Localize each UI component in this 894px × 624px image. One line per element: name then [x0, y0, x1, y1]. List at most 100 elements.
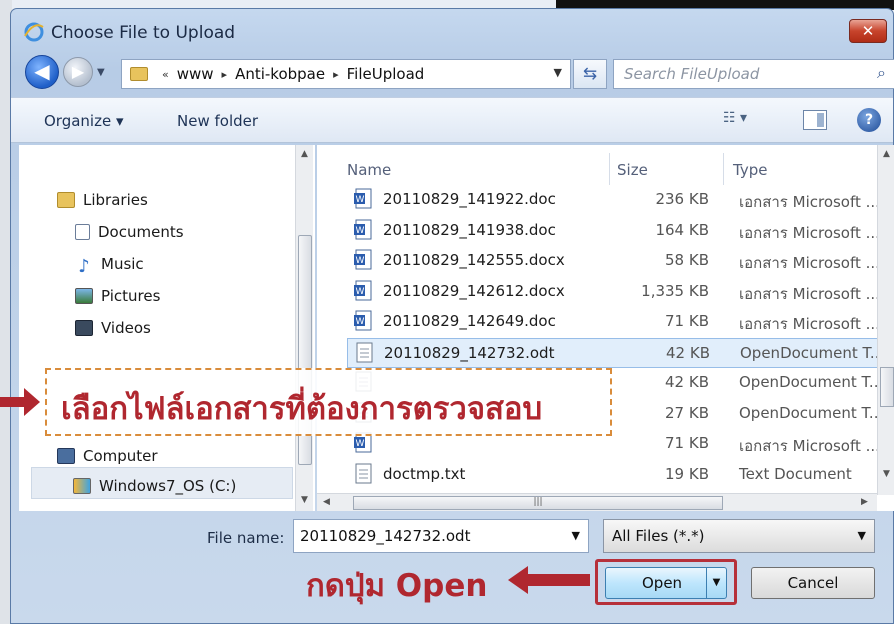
new-folder-button[interactable]: New folder — [177, 112, 258, 130]
open-button[interactable]: Open ▼ — [605, 567, 727, 599]
view-options-icon[interactable]: ☷ ▾ — [723, 110, 747, 126]
file-row[interactable]: W 20110829_142555.docx 58 KB เอกสาร Microso… — [347, 246, 887, 276]
file-size: 236 KB — [655, 190, 709, 208]
nav-videos[interactable]: Videos — [75, 319, 151, 337]
breadcrumb-www[interactable]: www — [177, 65, 214, 83]
column-name-header[interactable]: Name — [347, 161, 391, 179]
file-type: เอกสาร Microsoft ... — [739, 284, 880, 303]
forward-button[interactable]: ▶ — [63, 57, 93, 87]
pictures-icon — [75, 288, 93, 304]
search-input[interactable]: Search FileUpload ⌕ — [613, 59, 894, 89]
nav-documents[interactable]: Documents — [75, 223, 184, 241]
file-size: 71 KB — [665, 434, 709, 452]
svg-text:W: W — [356, 287, 365, 297]
nav-pictures-label: Pictures — [101, 287, 161, 305]
breadcrumb-fileupload[interactable]: FileUpload — [347, 65, 425, 83]
file-row[interactable]: 20110829_142732.odt 42 KB OpenDocument T..… — [347, 337, 887, 368]
scroll-up-icon[interactable]: ▲ — [883, 149, 890, 159]
scroll-right-icon[interactable]: ▶ — [861, 497, 868, 507]
file-row[interactable]: doctmp.txt 19 KB Text Document — [347, 460, 887, 490]
file-name: 20110829_142732.odt — [384, 343, 555, 362]
organize-button[interactable]: Organize ▾ — [44, 112, 124, 130]
file-dialog: Choose File to Upload ✕ ◀ ▶ ▼ « www ▸ An… — [10, 8, 894, 624]
file-size: 164 KB — [655, 220, 709, 239]
chevron-down-icon[interactable]: ▼ — [858, 529, 866, 542]
title-bar: Choose File to Upload ✕ — [11, 9, 893, 51]
file-size: 71 KB — [665, 312, 709, 330]
svg-text:W: W — [356, 317, 365, 327]
toolbar: Organize ▾ New folder ☷ ▾ ? — [11, 97, 893, 143]
file-name-input[interactable]: 20110829_142732.odt ▼ — [293, 519, 589, 553]
file-vertical-scrollbar[interactable]: ▲ ▼ — [877, 145, 894, 495]
file-type-select[interactable]: All Files (*.*) ▼ — [603, 519, 875, 553]
file-name: doctmp.txt — [383, 464, 466, 483]
file-name: 20110829_141938.doc — [383, 220, 556, 239]
breadcrumb-separator[interactable]: ▸ — [333, 68, 339, 81]
nav-libraries-label: Libraries — [83, 191, 148, 209]
column-size-header[interactable]: Size — [617, 161, 648, 179]
file-type: OpenDocument T... — [740, 343, 885, 362]
word-document-icon: W — [354, 310, 372, 331]
file-size: 58 KB — [665, 251, 709, 269]
file-type: เอกสาร Microsoft ... — [739, 223, 880, 242]
word-document-icon: W — [354, 249, 372, 270]
nav-videos-label: Videos — [101, 319, 151, 337]
open-options-dropdown[interactable]: ▼ — [706, 568, 726, 598]
computer-icon — [57, 448, 75, 464]
word-document-icon: W — [354, 280, 372, 300]
back-button[interactable]: ◀ — [25, 55, 59, 89]
instruction-callout: เลือกไฟล์เอกสารที่ต้องการตรวจสอบ — [45, 368, 612, 436]
scroll-down-icon[interactable]: ▼ — [883, 469, 890, 479]
file-type: Text Document — [739, 464, 852, 483]
breadcrumb-separator[interactable]: ▸ — [222, 68, 228, 81]
nav-scrollbar[interactable]: ▲ ▼ — [295, 145, 313, 511]
close-button[interactable]: ✕ — [849, 19, 887, 43]
column-type-header[interactable]: Type — [733, 161, 767, 179]
file-vscroll-thumb[interactable] — [880, 367, 894, 407]
press-open-instruction: กดปุ่ม Open — [306, 568, 488, 604]
file-row[interactable]: W 20110829_141922.doc 236 KB เอกสาร Microso… — [347, 185, 887, 215]
nav-music[interactable]: ♪ Music — [75, 255, 144, 277]
file-row[interactable]: W 20110829_141938.doc 164 KB เอกสาร Microso… — [347, 216, 887, 246]
navigation-pane: Libraries Documents ♪ Music Pictures Vid… — [19, 145, 315, 511]
file-name: 20110829_142555.docx — [383, 251, 565, 269]
file-type: เอกสาร Microsoft ... — [739, 193, 880, 211]
column-divider[interactable] — [609, 153, 610, 185]
nav-computer[interactable]: Computer — [57, 447, 158, 465]
file-horizontal-scrollbar[interactable]: ◀ ||| ▶ — [317, 493, 877, 511]
svg-text:W: W — [356, 256, 365, 266]
preview-pane-icon[interactable] — [803, 110, 827, 130]
file-row[interactable]: W 20110829_142649.doc 71 KB เอกสาร Microsof… — [347, 307, 887, 337]
file-size: 1,335 KB — [641, 281, 709, 300]
file-type: เอกสาร Microsoft ... — [739, 437, 880, 455]
address-bar[interactable]: « www ▸ Anti-kobpae ▸ FileUpload ▼ — [121, 59, 571, 89]
nav-drive-c-row[interactable]: Windows7_OS (C:) — [73, 477, 236, 495]
word-document-icon: W — [354, 219, 372, 239]
breadcrumb-anti-kobpae[interactable]: Anti-kobpae — [235, 65, 325, 83]
scroll-down-icon[interactable]: ▼ — [301, 495, 308, 505]
search-icon[interactable]: ⌕ — [877, 63, 886, 83]
file-hscroll-thumb[interactable]: ||| — [353, 496, 723, 510]
address-dropdown-icon[interactable]: ▼ — [554, 66, 562, 79]
chevron-down-icon[interactable]: ▼ — [572, 529, 580, 542]
file-name: 20110829_142612.docx — [383, 281, 565, 300]
scroll-up-icon[interactable]: ▲ — [301, 149, 308, 159]
file-row[interactable]: W 20110829_142612.docx 1,335 KB เอกสาร Micr… — [347, 277, 887, 307]
recent-pages-dropdown[interactable]: ▼ — [97, 67, 105, 78]
nav-music-label: Music — [101, 255, 144, 273]
nav-computer-label: Computer — [83, 447, 158, 465]
scroll-left-icon[interactable]: ◀ — [323, 497, 330, 507]
nav-pictures[interactable]: Pictures — [75, 287, 160, 305]
nav-libraries[interactable]: Libraries — [57, 191, 148, 209]
svg-text:W: W — [356, 439, 365, 449]
help-icon[interactable]: ? — [857, 108, 881, 132]
file-type: OpenDocument T... — [739, 403, 884, 422]
refresh-button[interactable]: ⇆ — [573, 59, 607, 89]
svg-text:W: W — [356, 195, 365, 205]
music-icon: ♪ — [78, 256, 90, 277]
cancel-button[interactable]: Cancel — [751, 567, 875, 599]
file-type-value: All Files (*.*) — [612, 527, 705, 545]
breadcrumb-overflow[interactable]: « — [162, 68, 169, 81]
text-file-icon — [355, 463, 372, 483]
column-divider[interactable] — [723, 153, 724, 185]
